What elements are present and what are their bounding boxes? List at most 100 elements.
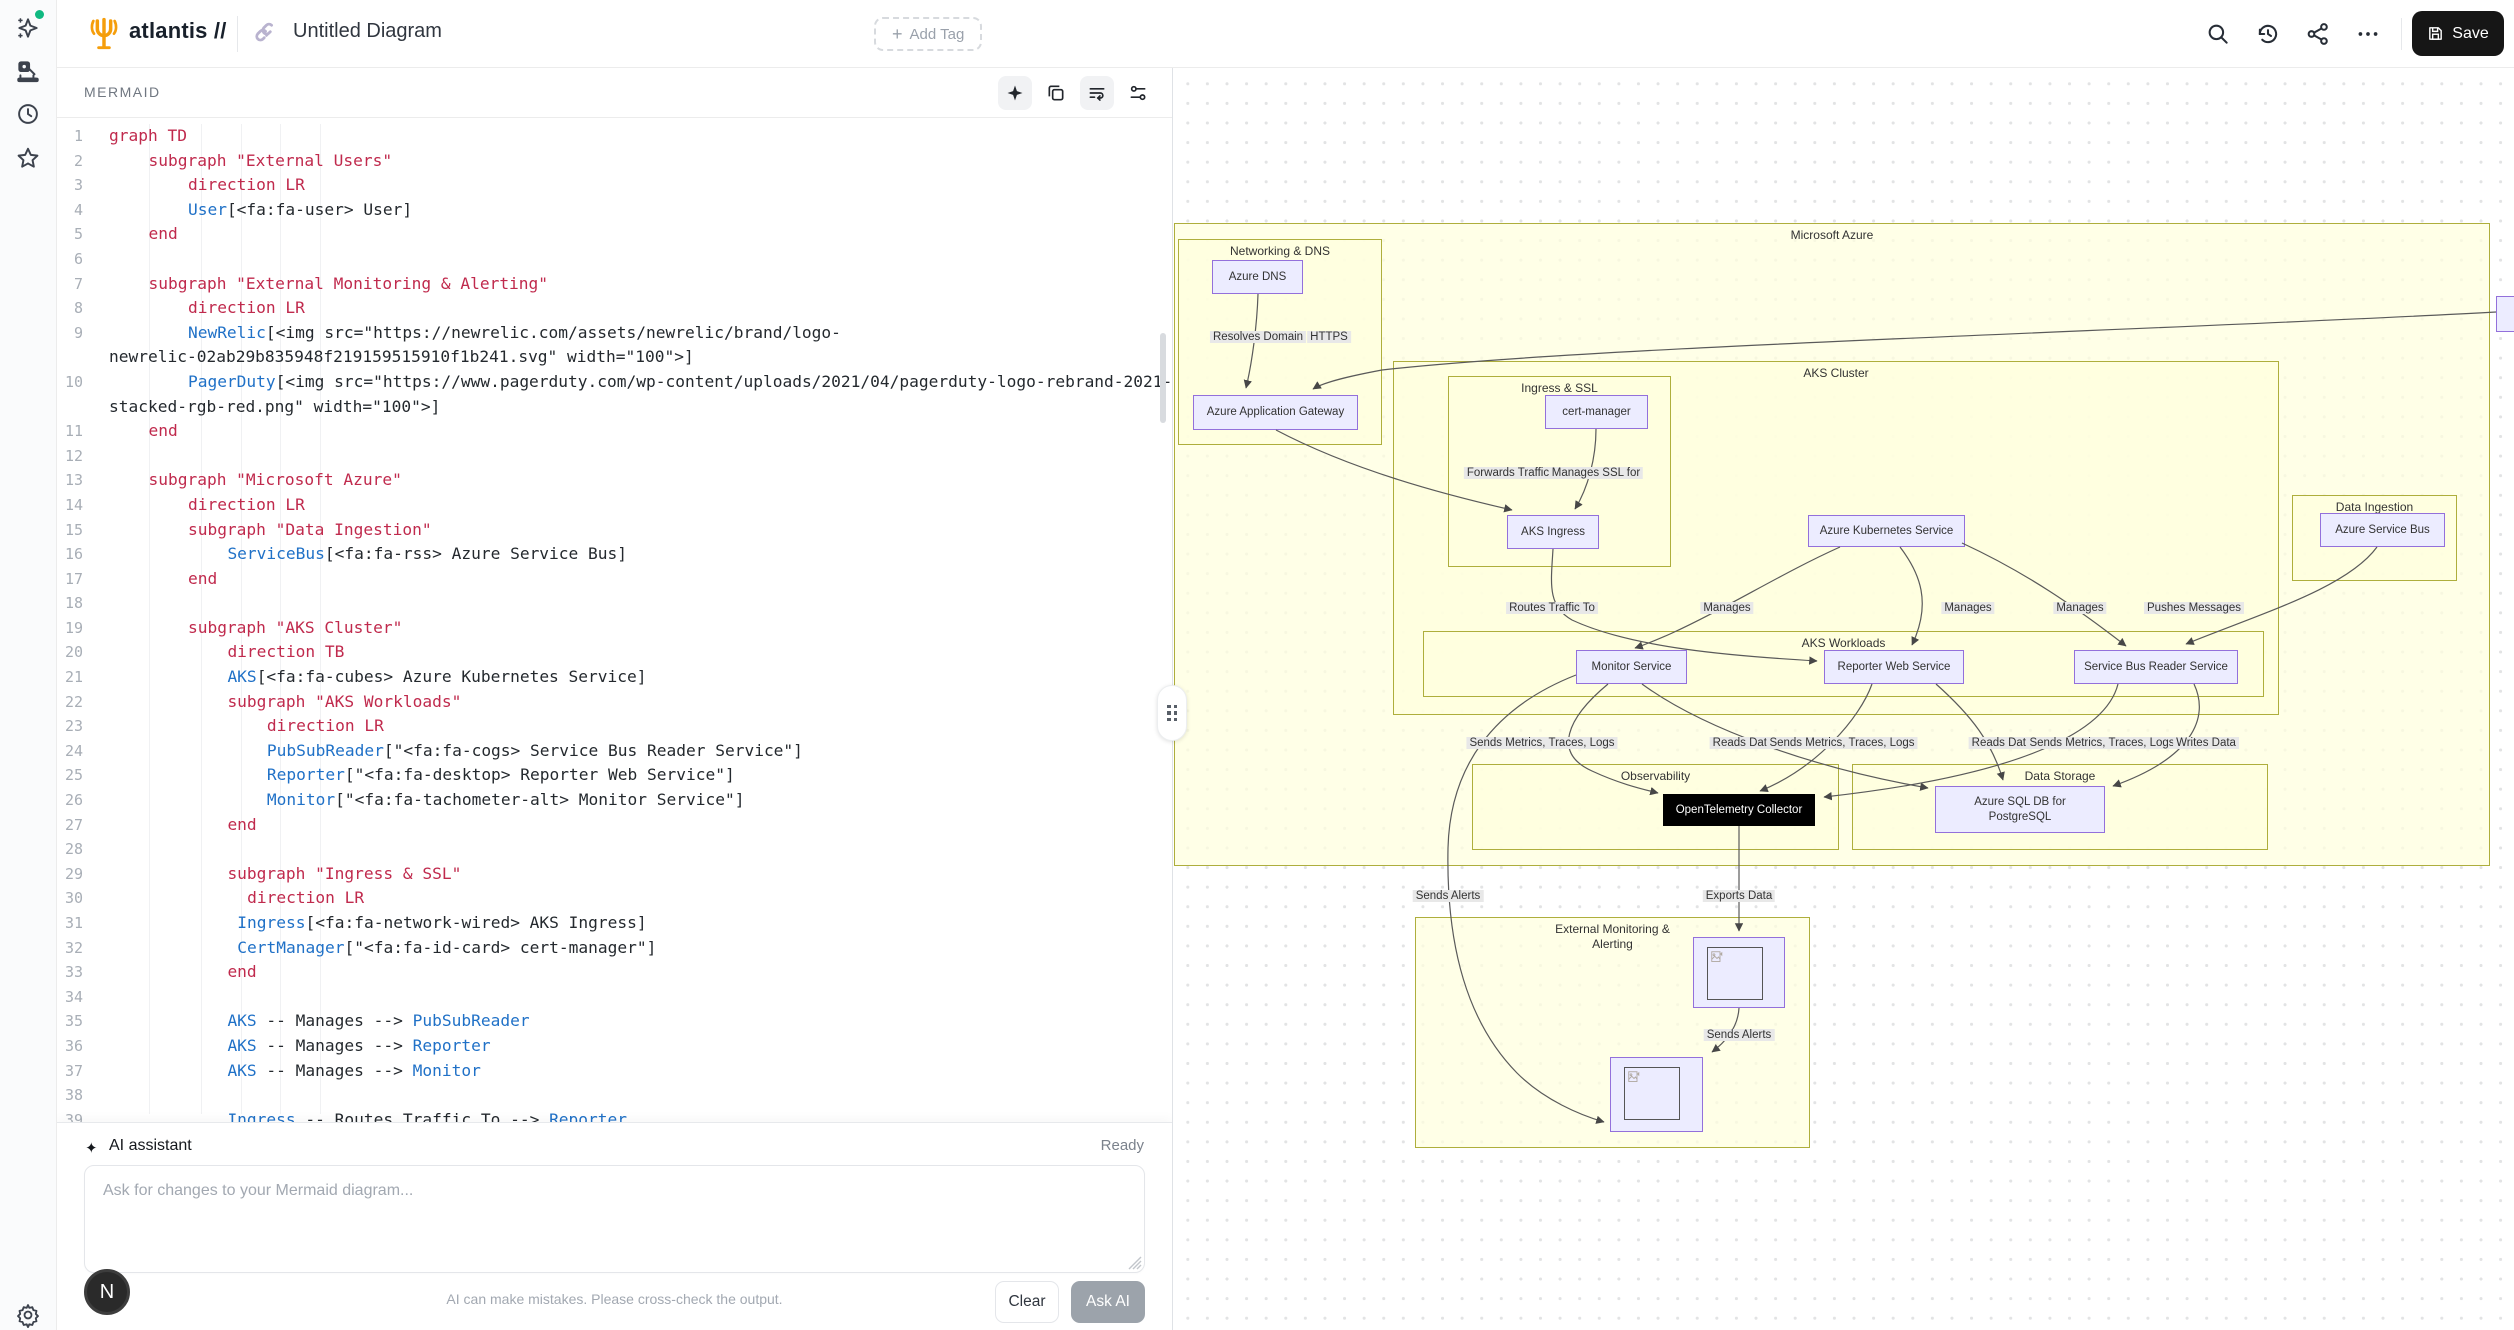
code-line[interactable]: 24PubSubReader["<fa:fa-cogs> Service Bus… — [57, 739, 1172, 764]
document-title[interactable]: Untitled Diagram — [293, 20, 442, 43]
plus-icon: + — [892, 25, 903, 43]
code-line[interactable]: 13subgraph "Microsoft Azure" — [57, 468, 1172, 493]
line-number: 26 — [57, 788, 97, 813]
brand-name[interactable]: atlantis // — [129, 18, 227, 44]
edge-label: Routes Traffic To — [1506, 602, 1598, 614]
line-number: 31 — [57, 911, 97, 936]
code-line[interactable]: 4User[<fa:fa-user> User] — [57, 198, 1172, 223]
code-line[interactable]: 29subgraph "Ingress & SSL" — [57, 862, 1172, 887]
diagram-edges — [1172, 68, 2514, 1330]
code-line[interactable]: 16ServiceBus[<fa:fa-rss> Azure Service B… — [57, 542, 1172, 567]
code-line[interactable]: 19subgraph "AKS Cluster" — [57, 616, 1172, 641]
ai-prompt-input[interactable] — [84, 1165, 1145, 1273]
ask-ai-button[interactable]: Ask AI — [1071, 1281, 1145, 1323]
search-icon[interactable] — [2205, 21, 2231, 47]
edge-label: Sends Metrics, Traces, Logs — [1466, 737, 1617, 749]
code-line[interactable]: stacked-rgb-red.png" width="100">] — [57, 395, 1172, 420]
code-line[interactable]: 27end — [57, 813, 1172, 838]
edge-label: Sends Metrics, Traces, Logs — [2026, 737, 2177, 749]
line-number: 16 — [57, 542, 97, 567]
star-icon[interactable] — [15, 145, 41, 171]
line-number: 29 — [57, 862, 97, 887]
user-avatar[interactable]: N — [84, 1269, 130, 1315]
gear-icon[interactable] — [15, 1302, 41, 1328]
code-line[interactable]: 38 — [57, 1083, 1172, 1108]
line-number: 38 — [57, 1083, 97, 1108]
line-number: 2 — [57, 149, 97, 174]
line-number: 9 — [57, 321, 97, 346]
line-number: 32 — [57, 936, 97, 961]
code-line[interactable]: 17end — [57, 567, 1172, 592]
code-line[interactable]: 2subgraph "External Users" — [57, 149, 1172, 174]
wrap-text-icon[interactable] — [1080, 76, 1114, 110]
code-line[interactable]: 28 — [57, 837, 1172, 862]
machine-icon[interactable] — [15, 58, 41, 84]
pane-resize-handle[interactable] — [1157, 685, 1187, 741]
line-number: 14 — [57, 493, 97, 518]
code-line[interactable]: 39Ingress -- Routes Traffic To --> Repor… — [57, 1108, 1172, 1122]
code-editor[interactable]: 1graph TD2subgraph "External Users"3dire… — [57, 118, 1172, 1122]
code-line[interactable]: 37AKS -- Manages --> Monitor — [57, 1059, 1172, 1084]
icon-sidebar — [0, 0, 57, 1330]
drag-dots-icon — [1167, 705, 1177, 722]
line-number: 21 — [57, 665, 97, 690]
code-line[interactable]: 18 — [57, 591, 1172, 616]
code-line[interactable]: 1graph TD — [57, 124, 1172, 149]
atlantis-trident-logo-icon[interactable] — [88, 17, 120, 53]
code-line[interactable]: 33end — [57, 960, 1172, 985]
sparkles-icon[interactable] — [15, 15, 41, 41]
share-icon[interactable] — [2305, 21, 2331, 47]
add-tag-button[interactable]: +Add Tag — [874, 17, 982, 51]
code-line[interactable]: 21AKS[<fa:fa-cubes> Azure Kubernetes Ser… — [57, 665, 1172, 690]
line-number: 22 — [57, 690, 97, 715]
line-number: 35 — [57, 1009, 97, 1034]
code-line[interactable]: 32CertManager["<fa:fa-id-card> cert-mana… — [57, 936, 1172, 961]
save-button[interactable]: Save — [2412, 11, 2504, 56]
line-number: 10 — [57, 370, 97, 395]
code-line[interactable]: 5end — [57, 222, 1172, 247]
edge-label: HTTPS — [1307, 331, 1351, 343]
ai-sparkle-icon[interactable] — [998, 76, 1032, 110]
code-line[interactable]: 15subgraph "Data Ingestion" — [57, 518, 1172, 543]
code-line[interactable]: 36AKS -- Manages --> Reporter — [57, 1034, 1172, 1059]
code-line[interactable]: 20direction TB — [57, 640, 1172, 665]
edge-label: Exports Data — [1703, 890, 1775, 902]
clear-button[interactable]: Clear — [995, 1281, 1059, 1323]
code-line[interactable]: 35AKS -- Manages --> PubSubReader — [57, 1009, 1172, 1034]
code-line[interactable]: newrelic-02ab29b835948f219159515910f1b24… — [57, 345, 1172, 370]
notification-dot — [35, 10, 44, 19]
code-line[interactable]: 23direction LR — [57, 714, 1172, 739]
workflow-settings-icon[interactable] — [1121, 76, 1155, 110]
code-line[interactable]: 10PagerDuty[<img src="https://www.pagerd… — [57, 370, 1172, 395]
code-line[interactable]: 22subgraph "AKS Workloads" — [57, 690, 1172, 715]
line-number: 13 — [57, 468, 97, 493]
line-number: 28 — [57, 837, 97, 862]
code-line[interactable]: 7subgraph "External Monitoring & Alertin… — [57, 272, 1172, 297]
version-history-icon[interactable] — [2255, 21, 2281, 47]
line-number: 1 — [57, 124, 97, 149]
code-line[interactable]: 26Monitor["<fa:fa-tachometer-alt> Monito… — [57, 788, 1172, 813]
line-number: 7 — [57, 272, 97, 297]
copy-icon[interactable] — [1039, 76, 1073, 110]
code-line[interactable]: 14direction LR — [57, 493, 1172, 518]
code-line[interactable]: 31Ingress[<fa:fa-network-wired> AKS Ingr… — [57, 911, 1172, 936]
code-line[interactable]: 12 — [57, 444, 1172, 469]
line-number: 5 — [57, 222, 97, 247]
diagram-canvas[interactable]: Microsoft Azure Networking & DNS AKS Clu… — [1172, 68, 2514, 1330]
code-line[interactable]: 30direction LR — [57, 886, 1172, 911]
code-line[interactable]: 6 — [57, 247, 1172, 272]
code-line[interactable]: 3direction LR — [57, 173, 1172, 198]
editor-scrollbar-thumb[interactable] — [1160, 333, 1166, 423]
code-line[interactable]: 11end — [57, 419, 1172, 444]
code-line[interactable]: 9NewRelic[<img src="https://newrelic.com… — [57, 321, 1172, 346]
line-number: 11 — [57, 419, 97, 444]
code-line[interactable]: 8direction LR — [57, 296, 1172, 321]
code-line[interactable]: 34 — [57, 985, 1172, 1010]
code-line[interactable]: 25Reporter["<fa:fa-desktop> Reporter Web… — [57, 763, 1172, 788]
history-clock-icon[interactable] — [15, 101, 41, 127]
floppy-icon — [2427, 25, 2444, 42]
edge-label: Manages — [1941, 602, 1994, 614]
resize-handle-icon[interactable] — [1127, 1255, 1143, 1271]
more-ellipsis-icon[interactable] — [2355, 21, 2381, 47]
ai-assistant-title: AI assistant — [109, 1137, 192, 1155]
